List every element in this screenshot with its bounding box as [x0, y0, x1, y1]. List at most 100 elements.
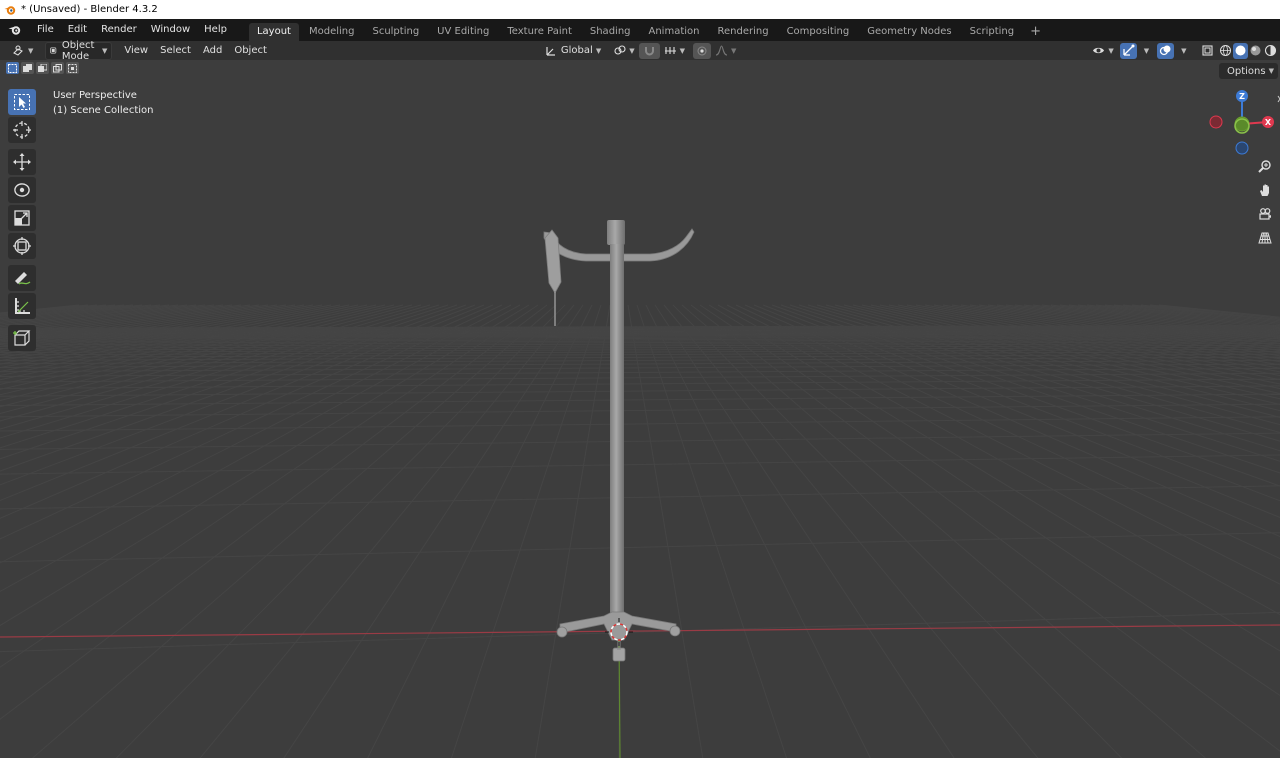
grid-line — [0, 304, 521, 592]
shading-material-button[interactable] — [1248, 43, 1263, 59]
measure-ruler-icon — [15, 298, 30, 314]
grid-line — [735, 304, 1280, 560]
orientation-dropdown[interactable]: Global ▼ — [541, 43, 605, 59]
shading-wireframe-button[interactable] — [1218, 43, 1233, 59]
tab-shading[interactable]: Shading — [582, 23, 639, 41]
grid-line — [0, 304, 548, 720]
menu-render[interactable]: Render — [94, 19, 144, 41]
gizmo-options-dropdown[interactable]: ▼ — [1137, 43, 1153, 59]
perspective-toggle-button[interactable] — [1254, 227, 1276, 249]
grid-line — [0, 304, 170, 326]
options-dropdown[interactable]: Options ▼ — [1219, 63, 1278, 79]
xray-toggle[interactable] — [1197, 43, 1218, 59]
gizmo-neg-x[interactable] — [1209, 115, 1223, 129]
tab-sculpting[interactable]: Sculpting — [364, 23, 427, 41]
tool-cursor[interactable] — [8, 117, 36, 143]
tool-add-cube[interactable] — [8, 325, 36, 351]
grid-line — [0, 304, 152, 324]
grid-line — [0, 304, 179, 328]
tool-scale[interactable] — [8, 205, 36, 231]
gizmo-z-label: Z — [1239, 92, 1245, 101]
snap-target-dropdown[interactable]: ▼ — [660, 43, 689, 59]
tab-compositing[interactable]: Compositing — [779, 23, 858, 41]
tab-layout[interactable]: Layout — [248, 23, 299, 41]
select-subtract-icon — [38, 63, 47, 72]
grid-line — [1032, 304, 1280, 339]
grid-line — [870, 304, 1280, 395]
blender-menu-button[interactable] — [0, 24, 30, 36]
orientation-gizmo[interactable]: Z X — [1200, 88, 1280, 158]
xray-icon — [1201, 45, 1213, 56]
chevron-down-icon: ▼ — [730, 46, 737, 55]
menu-view[interactable]: View — [118, 45, 154, 56]
pivot-point-dropdown[interactable]: ▼ — [609, 43, 638, 59]
menu-add[interactable]: Add — [197, 45, 228, 56]
tab-scripting[interactable]: Scripting — [962, 23, 1022, 41]
select-subtract-button[interactable] — [36, 62, 49, 74]
overlays-toggle[interactable] — [1157, 42, 1175, 59]
zoom-button[interactable] — [1254, 155, 1276, 177]
top-bar: File Edit Render Window Help Layout Mode… — [0, 19, 1280, 41]
viewport-3d[interactable] — [0, 60, 1280, 758]
grid-line — [0, 454, 1280, 475]
snap-toggle[interactable] — [638, 42, 660, 59]
gizmo-neg-z[interactable] — [1235, 141, 1249, 155]
menu-edit[interactable]: Edit — [61, 19, 94, 41]
tool-annotate[interactable] — [8, 265, 36, 291]
tab-uv-editing[interactable]: UV Editing — [429, 23, 497, 41]
add-workspace-button[interactable]: + — [1024, 23, 1047, 41]
grid-line — [942, 304, 1280, 363]
overlays-icon — [1160, 45, 1171, 56]
tool-move[interactable] — [8, 149, 36, 175]
tab-rendering[interactable]: Rendering — [709, 23, 776, 41]
camera-icon — [1259, 208, 1271, 220]
workspace-tabs: Layout Modeling Sculpting UV Editing Tex… — [248, 19, 1047, 41]
caster-wheel-front — [612, 647, 626, 662]
select-extend-button[interactable] — [21, 62, 34, 74]
pivot-point-icon — [614, 45, 626, 55]
tool-measure[interactable] — [8, 293, 36, 319]
select-new-icon — [8, 63, 17, 73]
menu-help[interactable]: Help — [197, 19, 234, 41]
menu-window[interactable]: Window — [144, 19, 197, 41]
overlays-options-dropdown[interactable]: ▼ — [1174, 43, 1190, 59]
eye-icon — [1093, 47, 1105, 54]
tab-geometry-nodes[interactable]: Geometry Nodes — [859, 23, 959, 41]
menu-select[interactable]: Select — [154, 45, 197, 56]
shading-rendered-button[interactable] — [1263, 43, 1278, 59]
selectability-visibility-dropdown[interactable]: ▼ — [1088, 43, 1117, 59]
select-intersect-button[interactable] — [66, 62, 79, 74]
add-cube-icon — [13, 330, 31, 346]
proportional-falloff-dropdown[interactable]: ▼ — [711, 43, 740, 59]
tab-modeling[interactable]: Modeling — [301, 23, 363, 41]
grid-line — [996, 304, 1280, 347]
select-invert-button[interactable] — [51, 62, 64, 74]
camera-view-button[interactable] — [1254, 203, 1276, 225]
tool-transform[interactable] — [8, 233, 36, 259]
editor-type-icon — [13, 45, 23, 56]
pan-button[interactable] — [1254, 179, 1276, 201]
grid-line — [1104, 304, 1280, 326]
base-legs — [559, 611, 677, 641]
grid-line — [951, 304, 1280, 360]
scale-icon — [14, 210, 30, 226]
editor-type-button[interactable]: ▼ — [8, 43, 37, 59]
gizmo-toggle[interactable] — [1119, 42, 1137, 59]
shading-solid-button[interactable] — [1232, 42, 1248, 59]
menu-object[interactable]: Object — [228, 45, 273, 56]
grid-line — [1077, 304, 1280, 330]
zoom-magnifier-icon — [1258, 160, 1271, 173]
tab-texture-paint[interactable]: Texture Paint — [499, 23, 580, 41]
tab-animation[interactable]: Animation — [641, 23, 708, 41]
menu-file[interactable]: File — [30, 19, 61, 41]
mode-dropdown[interactable]: Object Mode ▼ — [45, 40, 113, 62]
grid-line — [807, 304, 1280, 442]
proportional-editing-toggle[interactable] — [692, 42, 711, 59]
grid-line — [0, 304, 386, 396]
solid-sphere-icon — [1235, 45, 1246, 56]
select-new-button[interactable] — [6, 62, 19, 74]
tool-rotate[interactable] — [8, 177, 36, 203]
grid-line — [690, 304, 1280, 752]
object-mode-icon — [50, 47, 57, 54]
tool-select-box[interactable] — [8, 89, 36, 115]
